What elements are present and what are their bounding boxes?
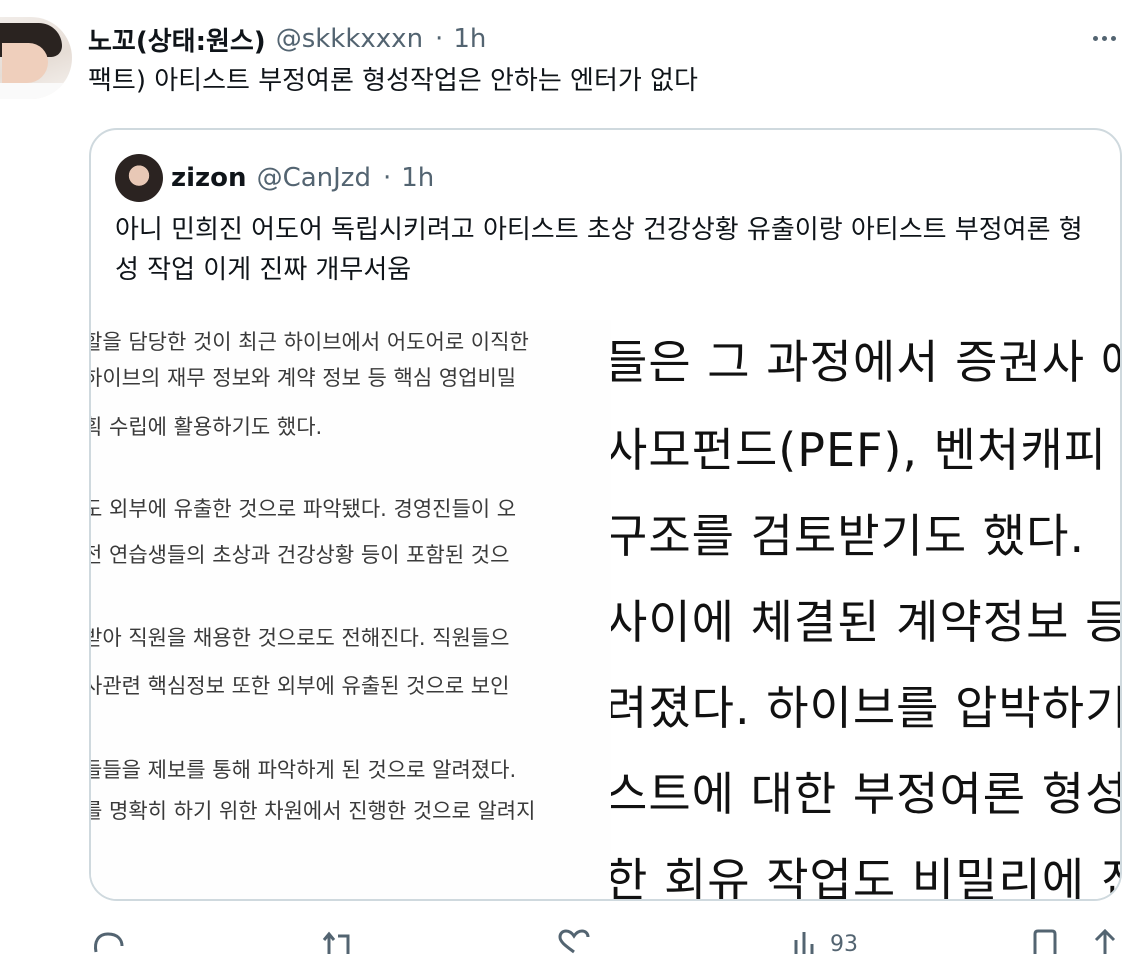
share-icon bbox=[1094, 928, 1116, 954]
left-line: 전 연습생들의 초상과 건강상황 등이 포함된 것으 bbox=[91, 543, 510, 567]
quoted-handle: @CanJzd bbox=[256, 163, 371, 193]
left-line: 를 명확히 하기 위한 차원에서 진행한 것으로 알려지 bbox=[91, 799, 536, 823]
left-line: 할을 담당한 것이 최근 하이브에서 어도어로 이직한 bbox=[91, 330, 529, 354]
left-line: 들들을 제보를 통해 파악하게 된 것으로 알려졌다. bbox=[91, 758, 517, 782]
right-line: 사이에 체결된 계약정보 등 bbox=[611, 595, 1122, 649]
left-line: 획 수립에 활용하기도 했다. bbox=[91, 415, 323, 439]
views-count: 93 bbox=[830, 932, 858, 957]
tweet-text: 팩트) 아티스트 부정여론 형성작업은 안하는 엔터가 없다 bbox=[88, 66, 698, 96]
author-handle[interactable]: @skkkxxxn bbox=[276, 24, 423, 54]
left-line: 사관련 핵심정보 또한 외부에 유출된 것으로 보인 bbox=[91, 674, 510, 698]
left-line: 하이브의 재무 정보와 계약 정보 등 핵심 영업비밀 bbox=[91, 366, 517, 390]
retweet-button[interactable] bbox=[320, 928, 358, 954]
article-screenshot-left[interactable]: 할을 담당한 것이 최근 하이브에서 어도어로 이직한 하이브의 재무 정보와 … bbox=[91, 320, 611, 899]
right-line: 구조를 검토받기도 했다. bbox=[611, 509, 1086, 563]
quoted-tweet-card[interactable]: zizon @CanJzd · 1h 아니 민희진 어도어 독립시키려고 아티스… bbox=[89, 128, 1122, 901]
quoted-tweet-header: zizon @CanJzd · 1h bbox=[171, 158, 434, 198]
like-button[interactable] bbox=[556, 928, 592, 954]
left-line: 도 외부에 유출한 것으로 파악됐다. 경영진들이 오 bbox=[91, 497, 517, 521]
share-button[interactable] bbox=[1090, 928, 1120, 954]
retweet-icon bbox=[322, 931, 350, 954]
bookmark-icon bbox=[1033, 929, 1057, 954]
left-line: 받아 직원을 채용한 것으로도 전해진다. 직원들으 bbox=[91, 626, 510, 650]
reply-icon bbox=[94, 932, 124, 953]
right-line: 사모펀드(PEF), 벤처캐피 bbox=[611, 423, 1107, 477]
quoted-tweet-text: 아니 민희진 어도어 독립시키려고 아티스트 초상 건강상황 유출이랑 아티스트… bbox=[115, 215, 1083, 285]
views-button[interactable]: 93 bbox=[792, 928, 858, 957]
like-icon bbox=[558, 929, 590, 954]
quoted-media[interactable]: 할을 담당한 것이 최근 하이브에서 어도어로 이직한 하이브의 재무 정보와 … bbox=[91, 320, 1122, 901]
quoted-timestamp: 1h bbox=[401, 163, 435, 193]
quoted-author-avatar bbox=[115, 154, 163, 202]
views-icon bbox=[794, 932, 814, 954]
tweet-timestamp[interactable]: 1h bbox=[453, 24, 486, 54]
author-display-name[interactable]: 노꼬(상태:원스) bbox=[88, 21, 266, 58]
quoted-display-name: zizon bbox=[171, 163, 247, 193]
right-line: 한 회유 작업도 비밀리에 진 bbox=[611, 853, 1122, 901]
author-avatar[interactable] bbox=[0, 17, 72, 99]
quoted-separator-dot: · bbox=[382, 163, 392, 193]
bookmark-button[interactable] bbox=[1030, 928, 1060, 954]
more-options-icon[interactable] bbox=[1086, 20, 1122, 56]
article-screenshot-right[interactable]: 들은 그 과정에서 증권사 애 사모펀드(PEF), 벤처캐피 구조를 검토받기… bbox=[611, 320, 1122, 901]
tweet-actions-bar: 93 bbox=[0, 928, 1136, 957]
right-line: 려졌다. 하이브를 압박하기 bbox=[611, 681, 1122, 735]
tweet-header: 노꼬(상태:원스) @skkkxxxn · 1h bbox=[88, 21, 486, 58]
separator-dot: · bbox=[435, 24, 444, 54]
right-line: 스트에 대한 부정여론 형성 bbox=[611, 767, 1122, 821]
right-line: 들은 그 과정에서 증권사 애 bbox=[611, 335, 1122, 389]
reply-button[interactable] bbox=[90, 928, 126, 954]
